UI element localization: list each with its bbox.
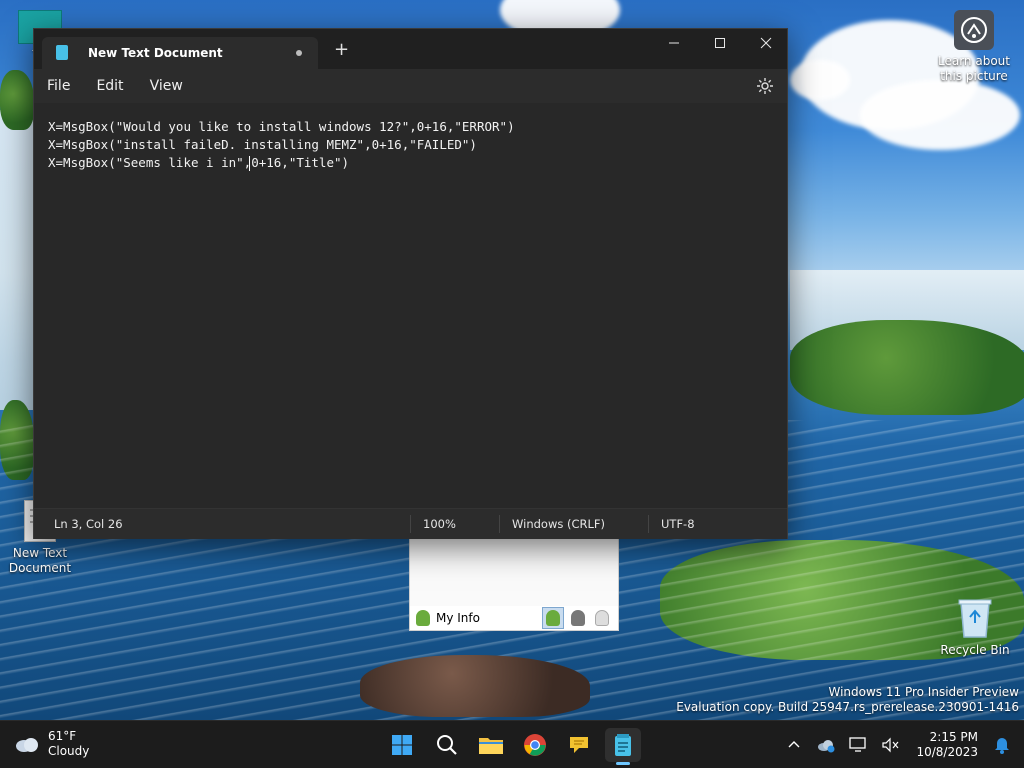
maximize-icon [715,38,725,48]
wallpaper-rock [360,655,590,717]
weather-widget[interactable]: 61°F Cloudy [14,729,89,759]
menu-view[interactable]: View [137,69,196,103]
desktop-icon-recycle-bin[interactable]: Recycle Bin [935,597,1015,658]
new-tab-button[interactable]: + [334,41,349,59]
status-encoding: UTF-8 [661,517,695,531]
close-button[interactable] [743,29,789,57]
desktop-icon-label: Recycle Bin [940,643,1010,657]
close-icon [760,37,772,49]
system-tray: 2:15 PM 10/8/2023 [778,721,1024,769]
status-zoom: 100% [423,517,456,531]
search-button[interactable] [429,728,465,762]
maximize-button[interactable] [697,29,743,57]
camera-info-icon [954,10,994,50]
clock[interactable]: 2:15 PM 10/8/2023 [916,730,978,760]
my-info-label[interactable]: My Info [436,611,480,625]
weather-condition: Cloudy [48,744,90,758]
file-explorer-icon [479,738,503,754]
status-bar: Ln 3, Col 26 100% Windows (CRLF) UTF-8 [34,508,787,539]
clock-date: 10/8/2023 [916,745,978,759]
messenger-icon [570,737,588,753]
search-icon [437,735,457,755]
status-offline-icon[interactable] [592,608,612,628]
messenger-status-bar: My Info [410,606,618,630]
watermark-line: Windows 11 Pro Insider Preview [828,685,1019,699]
desktop-icon-label: New Text [12,546,68,560]
editor-line: X=MsgBox("install faileD. installing MEM… [48,137,477,152]
file-explorer-button[interactable] [473,728,509,762]
title-bar[interactable]: New Text Document + [34,29,787,69]
notification-bell-icon[interactable] [992,735,1012,755]
network-monitor-icon[interactable] [848,735,868,755]
notepad-icon [56,45,68,60]
status-line-ending: Windows (CRLF) [512,517,606,531]
notepad-icon [615,734,631,756]
wallpaper-greenery [0,70,34,130]
editor-line: X=MsgBox("Would you like to install wind… [48,119,515,134]
menu-bar: File Edit View [34,69,787,103]
settings-gear-icon[interactable] [755,76,775,96]
status-online-icon[interactable] [542,607,564,629]
my-info-user-icon [416,610,430,626]
desktop-icon-label: Learn about [938,54,1010,68]
wallpaper-greenery [790,320,1024,415]
cloudy-weather-icon [16,738,38,752]
active-app-indicator [616,762,630,765]
editor-line: X=MsgBox("Seems like i in",0+16,"Title") [48,155,350,170]
notepad-taskbar-button[interactable] [605,728,641,765]
notepad-window[interactable]: New Text Document + File Edit View X=Msg… [33,28,788,539]
minimize-icon [669,42,679,44]
text-caret [249,156,250,171]
text-editor[interactable]: X=MsgBox("Would you like to install wind… [34,103,787,508]
volume-muted-icon[interactable] [880,735,900,755]
messenger-button[interactable] [561,728,597,762]
clock-time: 2:15 PM [929,730,978,744]
wallpaper-cloud [860,80,1020,150]
tab-new-text-document[interactable]: New Text Document [42,37,318,69]
taskbar: 61°F Cloudy 2:15 PM 10/8/2023 [0,720,1024,768]
windows-watermark: Windows 11 Pro Insider Preview Evaluatio… [676,685,1019,715]
messenger-panel[interactable]: My Info [409,537,619,631]
status-busy-icon[interactable] [568,608,588,628]
wallpaper-cloud [790,60,850,100]
tab-unsaved-dot-icon[interactable] [296,50,302,56]
status-position: Ln 3, Col 26 [54,517,123,531]
desktop-icon-label: Document [8,561,72,575]
wallpaper-waterfall [0,110,34,410]
chrome-icon [524,734,546,756]
recycle-bin-icon [957,597,993,639]
onedrive-cloud-icon[interactable] [816,735,836,755]
tab-title: New Text Document [88,46,223,60]
menu-file[interactable]: File [34,69,83,103]
desktop-icon-learn-about-picture[interactable]: Learn about this picture [934,10,1014,84]
start-button[interactable] [384,728,420,762]
watermark-line: Evaluation copy. Build 25947.rs_prerelea… [676,700,1019,714]
weather-temp: 61°F [48,729,77,743]
minimize-button[interactable] [651,29,697,57]
chrome-button[interactable] [517,728,553,762]
show-hidden-icons-chevron-up-icon[interactable] [784,735,804,755]
menu-edit[interactable]: Edit [83,69,136,103]
desktop-icon-label: this picture [940,69,1008,83]
start-icon [392,735,412,755]
